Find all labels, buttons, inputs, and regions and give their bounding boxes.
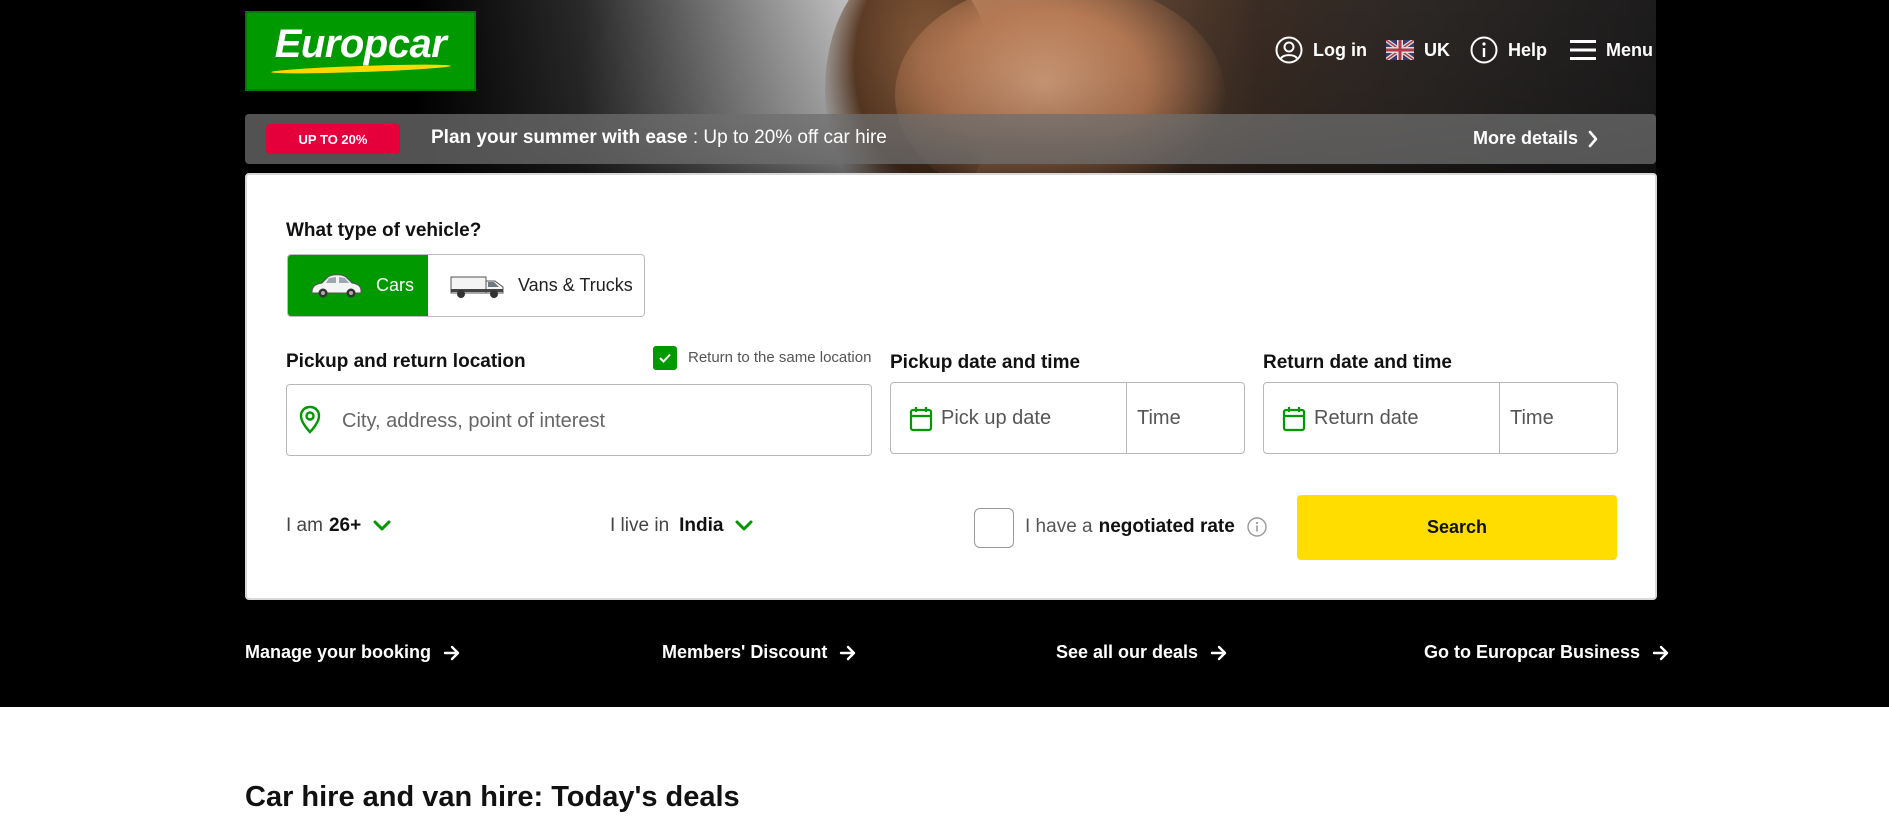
same-location-label: Return to the same location	[688, 349, 872, 366]
uk-flag-icon	[1386, 40, 1414, 60]
arrow-right-icon	[839, 644, 857, 662]
age-selector[interactable]: I am 26+	[286, 515, 391, 537]
login-label: Log in	[1313, 39, 1367, 60]
manage-booking-label: Manage your booking	[245, 642, 432, 662]
vehicle-tab-vans-trucks[interactable]: Vans & Trucks	[428, 255, 644, 316]
return-date-input[interactable]: Return date	[1264, 383, 1499, 453]
promo-detail-text: : Up to 20% off car hire	[687, 127, 887, 148]
hamburger-menu-icon	[1570, 38, 1596, 62]
residence-value: India	[679, 515, 724, 536]
members-discount-label: Members' Discount	[662, 642, 828, 662]
promo-badge: UP TO 20%	[266, 124, 400, 154]
user-circle-icon	[1275, 36, 1303, 64]
vehicle-tab-vans-trucks-label: Vans & Trucks	[518, 275, 633, 295]
deals-title: Car hire and van hire: Today's deals	[245, 781, 740, 813]
help-link[interactable]: Help	[1470, 34, 1547, 66]
return-time-placeholder: Time	[1510, 407, 1554, 429]
vehicle-type-toggle: Cars Vans & Trucks	[287, 254, 645, 317]
map-pin-icon	[299, 405, 321, 440]
pickup-time-placeholder: Time	[1137, 407, 1181, 429]
calendar-icon	[1282, 406, 1306, 437]
pickup-time-input[interactable]: Time	[1127, 383, 1244, 453]
negotiated-rate-label: I have a negotiated rate	[1025, 516, 1267, 538]
pickup-date-placeholder: Pick up date	[941, 407, 1052, 429]
country-selector[interactable]: UK	[1386, 34, 1450, 66]
same-location-checkbox[interactable]	[653, 346, 677, 370]
hero-section: Europcar Log in UK Help Menu UP TO 20% P…	[0, 0, 1889, 707]
login-link[interactable]: Log in	[1275, 34, 1367, 66]
promo-text: Plan your summer with ease : Up to 20% o…	[431, 127, 887, 149]
logo-text: Europcar	[274, 22, 447, 66]
age-value: 26+	[328, 515, 362, 536]
help-label: Help	[1508, 39, 1548, 60]
manage-booking-link[interactable]: Manage your booking	[245, 642, 461, 663]
menu-button[interactable]: Menu	[1570, 34, 1653, 66]
more-details-label: More details	[1472, 128, 1578, 148]
car-icon	[308, 272, 364, 300]
promo-banner: UP TO 20% Plan your summer with ease : U…	[245, 114, 1656, 164]
europcar-logo[interactable]: Europcar	[245, 11, 476, 91]
europcar-business-link[interactable]: Go to Europcar Business	[1424, 642, 1670, 663]
age-prefix: I am	[286, 515, 323, 536]
checkmark-icon	[659, 353, 671, 363]
negotiated-bold: negotiated rate	[1098, 516, 1235, 537]
pickup-datetime-field: Pick up date Time	[890, 382, 1245, 454]
chevron-down-icon	[373, 520, 391, 532]
chevron-right-icon	[1588, 130, 1598, 148]
members-discount-link[interactable]: Members' Discount	[662, 642, 857, 663]
more-details-link[interactable]: More details	[1473, 128, 1598, 149]
residence-prefix: I live in	[610, 515, 670, 536]
arrow-right-icon	[443, 644, 461, 662]
vehicle-tab-cars-label: Cars	[376, 275, 415, 295]
pickup-date-input[interactable]: Pick up date	[891, 383, 1126, 453]
return-time-input[interactable]: Time	[1500, 383, 1617, 453]
location-label: Pickup and return location	[286, 351, 526, 372]
info-circle-icon	[1470, 36, 1498, 64]
europcar-business-label: Go to Europcar Business	[1424, 642, 1641, 662]
return-datetime-field: Return date Time	[1263, 382, 1618, 454]
see-all-deals-label: See all our deals	[1056, 642, 1199, 662]
search-button[interactable]: Search	[1297, 495, 1617, 560]
negotiated-prefix: I have a	[1025, 516, 1093, 537]
chevron-down-icon	[735, 520, 753, 532]
calendar-icon	[909, 406, 933, 437]
arrow-right-icon	[1652, 644, 1670, 662]
van-icon	[448, 272, 506, 300]
location-input[interactable]: City, address, point of interest	[286, 384, 872, 456]
menu-label: Menu	[1606, 39, 1653, 60]
info-icon[interactable]	[1247, 517, 1267, 537]
residence-selector[interactable]: I live in India	[610, 515, 753, 537]
location-placeholder: City, address, point of interest	[342, 410, 606, 432]
negotiated-rate-checkbox[interactable]	[974, 508, 1014, 548]
promo-bold-text: Plan your summer with ease	[431, 127, 688, 148]
return-date-placeholder: Return date	[1314, 407, 1419, 429]
arrow-right-icon	[1210, 644, 1228, 662]
pickup-label: Pickup date and time	[890, 352, 1081, 373]
return-label: Return date and time	[1263, 352, 1452, 373]
booking-panel: What type of vehicle? Cars Vans & Trucks…	[245, 173, 1657, 600]
see-all-deals-link[interactable]: See all our deals	[1056, 642, 1228, 663]
vehicle-tab-cars[interactable]: Cars	[288, 255, 428, 316]
country-label: UK	[1424, 39, 1450, 60]
vehicle-type-heading: What type of vehicle?	[286, 220, 482, 241]
